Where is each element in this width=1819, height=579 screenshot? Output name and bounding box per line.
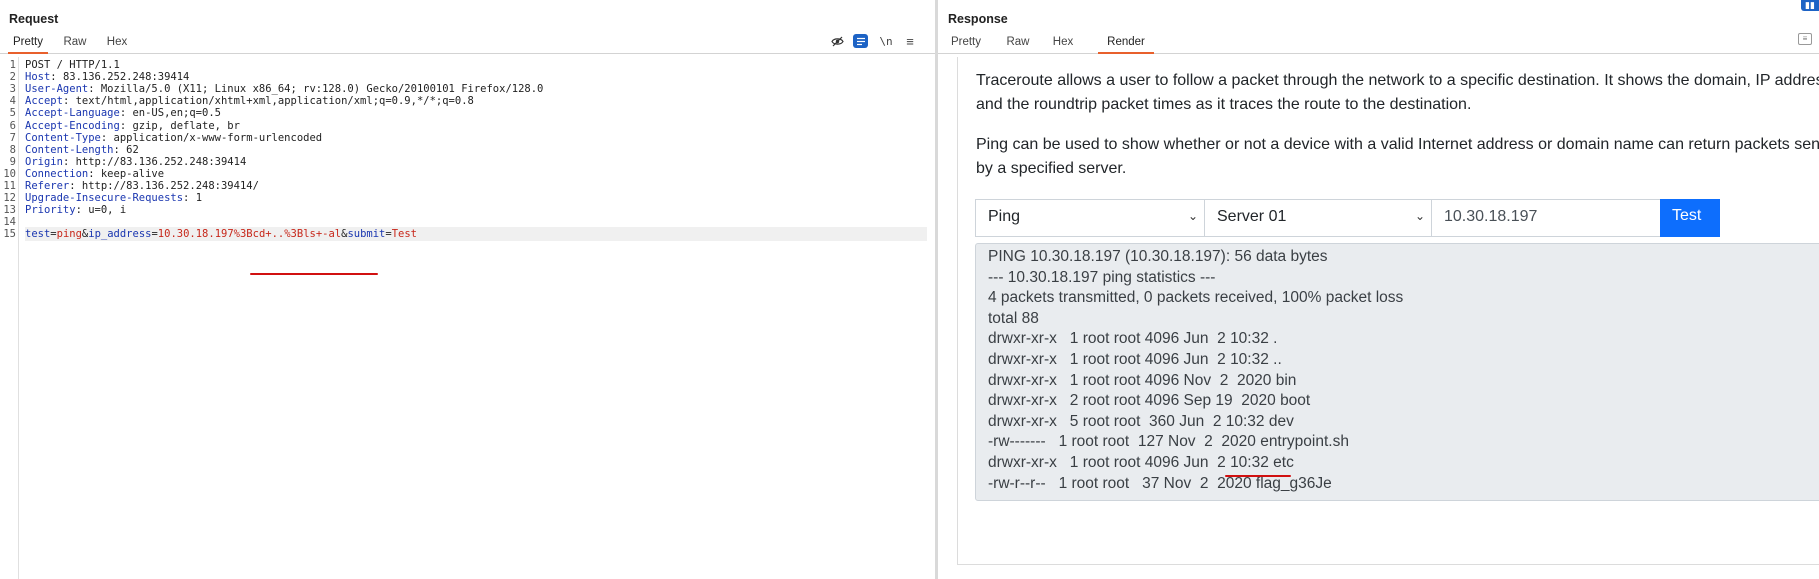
tab-response-render[interactable]: Render — [1098, 34, 1154, 54]
output-line: drwxr-xr-x 1 root root 4096 Jun 2 10:32 … — [988, 330, 1278, 348]
tab-response-hex[interactable]: Hex — [1050, 34, 1076, 54]
server-select[interactable]: Server 01 ⌄ — [1204, 199, 1432, 237]
annotation-underline-payload — [250, 273, 378, 275]
response-tabs: Pretty Raw Hex Render — [938, 34, 1819, 54]
param-name: submit — [347, 228, 386, 241]
param-name: test — [25, 228, 51, 241]
response-pane: Response ▮▮ Pretty Raw Hex Render ≡ Trac… — [938, 0, 1819, 579]
tool-select[interactable]: Ping ⌄ — [975, 199, 1205, 237]
eye-slash-icon[interactable] — [829, 33, 845, 49]
request-tabs: Pretty Raw Hex — [0, 34, 935, 54]
wrap-lines-icon[interactable] — [853, 34, 868, 48]
output-line: drwxr-xr-x 1 root root 4096 Jun 2 10:32 … — [988, 351, 1282, 368]
render-options-icon[interactable]: ≡ — [1798, 33, 1812, 45]
output-line: PING 10.30.18.197 (10.30.18.197): 56 dat… — [988, 248, 1328, 265]
output-line: drwxr-xr-x 1 root root 4096 Jun 2 10:32 … — [988, 454, 1294, 471]
rendered-page: Traceroute allows a user to follow a pac… — [938, 57, 1819, 579]
tab-request-pretty[interactable]: Pretty — [8, 34, 48, 54]
request-pane: Request Pretty Raw Hex \n ≡ 1 2 3 4 5 6 7 8 9 10 1… — [0, 0, 935, 579]
request-editor[interactable]: 1 2 3 4 5 6 7 8 9 10 11 12 13 14 15 POST / HTTP/1.1 Hos… — [0, 57, 927, 579]
tool-select-value: Ping — [988, 208, 1021, 225]
line-number: 15 — [3, 228, 16, 241]
output-line: drwxr-xr-x 5 root root 360 Jun 2 10:32 d… — [988, 412, 1294, 430]
annotation-underline-flag — [1225, 475, 1291, 477]
param-value: 10.30.18.197%3Bcd+..%3Bls+-al — [157, 228, 342, 241]
output-line: 4 packets transmitted, 0 packets receive… — [988, 289, 1404, 307]
tab-request-hex[interactable]: Hex — [104, 34, 130, 54]
tab-response-raw[interactable]: Raw — [1005, 34, 1031, 54]
traceroute-description: Traceroute allows a user to follow a pac… — [976, 72, 1819, 113]
response-title: Response — [948, 12, 1008, 26]
output-line: -rw------- 1 root root 127 Nov 2 2020 en… — [988, 433, 1349, 451]
menu-icon[interactable]: ≡ — [902, 33, 918, 49]
newline-icon[interactable]: \n — [878, 33, 894, 49]
line-number-gutter: 1 2 3 4 5 6 7 8 9 10 11 12 13 14 15 — [0, 57, 19, 579]
ping-description: Ping can be used to show whether or not … — [976, 136, 1819, 177]
test-button[interactable]: Test — [1660, 199, 1720, 237]
server-select-value: Server 01 — [1217, 208, 1287, 225]
output-line: --- 10.30.18.197 ping statistics --- — [988, 268, 1216, 286]
request-title: Request — [9, 12, 59, 26]
output-line: drwxr-xr-x 1 root root 4096 Nov 2 2020 b… — [988, 371, 1297, 389]
param-name: ip_address — [88, 228, 152, 241]
tab-request-raw[interactable]: Raw — [62, 34, 88, 54]
output-line: total 88 — [988, 309, 1039, 327]
pane-layout-icon[interactable]: ▮▮ — [1801, 0, 1819, 11]
command-output: PING 10.30.18.197 (10.30.18.197): 56 dat… — [975, 243, 1819, 501]
rendered-card: Traceroute allows a user to follow a pac… — [957, 57, 1819, 565]
chevron-down-icon: ⌄ — [1414, 209, 1425, 223]
tool-form: Ping ⌄ Server 01 ⌄ 10.30.18.197 Test — [975, 199, 1819, 237]
ip-address-input[interactable]: 10.30.18.197 — [1431, 199, 1661, 237]
param-value: ping — [56, 228, 82, 241]
tab-response-pretty[interactable]: Pretty — [948, 34, 984, 54]
chevron-down-icon: ⌄ — [1187, 209, 1198, 223]
code-line[interactable]: test=ping&ip_address=10.30.18.197%3Bcd+.… — [25, 227, 927, 242]
param-value: Test — [391, 228, 418, 241]
output-line: drwxr-xr-x 2 root root 4096 Sep 19 2020 … — [988, 392, 1311, 410]
